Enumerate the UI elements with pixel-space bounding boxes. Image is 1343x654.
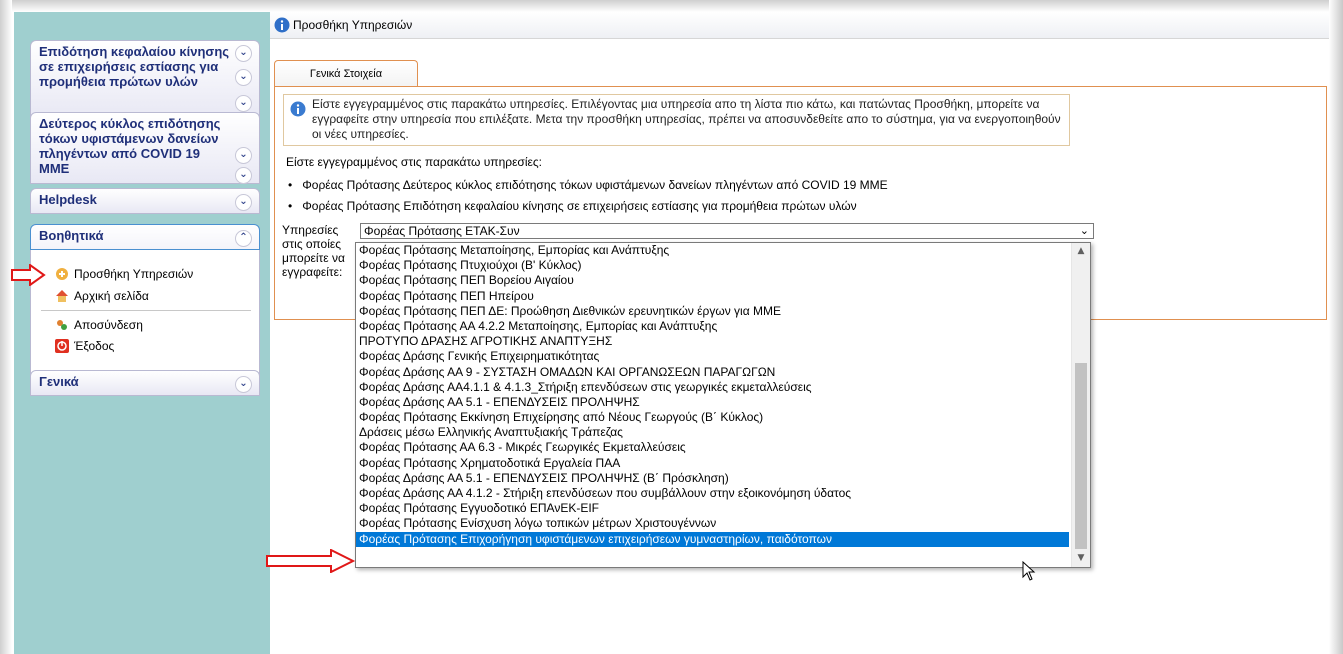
add-service-icon xyxy=(56,268,68,280)
select-value: Φορέας Πρότασης ΕΤΑΚ-Συν xyxy=(364,224,520,238)
dropdown-option[interactable]: Φορέας Δράσης ΑΑ 5.1 - ΕΠΕΝΔΥΣΕΙΣ ΠΡΟΛΗΨ… xyxy=(356,395,1069,410)
sidebar-item-add-services[interactable]: Προσθήκη Υπηρεσιών xyxy=(55,267,193,281)
dropdown-option[interactable]: Φορέας Πρότασης Ενίσχυση λόγω τοπικών μέ… xyxy=(356,516,1069,531)
chevron-down-icon[interactable]: ⌄ xyxy=(235,167,252,184)
dropdown-option[interactable]: Φορέας Πρότασης ΑΑ 4.2.2 Μεταποίησης, Εμ… xyxy=(356,319,1069,334)
sidebar-item-logout[interactable]: Αποσύνδεση xyxy=(55,318,143,332)
services-select-label: Υπηρεσίες στις οποίες μπορείτε να εγγραφ… xyxy=(282,223,345,279)
frame-right-shadow xyxy=(1329,0,1343,654)
notice-text: Είστε εγγεγραμμένος στις παρακάτω υπηρεσ… xyxy=(312,97,1061,141)
services-dropdown-list[interactable]: Φορέας Πρότασης Μεταποίησης, Εμπορίας κα… xyxy=(355,242,1091,568)
sidebar-item-label: Έξοδος xyxy=(74,339,115,353)
red-arrow-annotation xyxy=(266,549,355,573)
chevron-down-icon[interactable]: ⌄ xyxy=(235,194,252,211)
sidebar-item-label: Προσθήκη Υπηρεσιών xyxy=(74,267,194,281)
sidebar-panel-working-capital[interactable]: Επιδότηση κεφαλαίου κίνησης σε επιχειρήσ… xyxy=(30,40,260,118)
page-title: Προσθήκη Υπηρεσιών xyxy=(293,18,413,32)
chevron-down-icon[interactable]: ⌄ xyxy=(235,69,252,86)
red-arrow-annotation xyxy=(11,264,46,286)
mouse-cursor-icon xyxy=(1022,561,1036,581)
panel-title: Βοηθητικά xyxy=(39,228,104,243)
frame-top-shadow xyxy=(0,0,1343,12)
menu-divider xyxy=(41,310,251,311)
dropdown-option[interactable]: Φορέας Δράσης Γενικής Επιχειρηματικότητα… xyxy=(356,349,1069,364)
exit-icon xyxy=(55,339,69,353)
dropdown-option[interactable]: Φορέας Πρότασης Εκκίνηση Επιχείρησης από… xyxy=(356,410,1069,425)
info-notice: Είστε εγγεγραμμένος στις παρακάτω υπηρεσ… xyxy=(283,94,1070,146)
dropdown-option[interactable]: Φορέας Πρότασης ΠΕΠ Ηπείρου xyxy=(356,289,1069,304)
panel-title: Γενικά xyxy=(39,374,79,389)
sidebar-item-exit[interactable]: Έξοδος xyxy=(55,339,114,353)
info-icon xyxy=(274,17,290,33)
dropdown-option[interactable]: Φορέας Δράσης ΑΑ 9 - ΣΥΣΤΑΣΗ ΟΜΑΔΩΝ ΚΑΙ … xyxy=(356,365,1069,380)
dropdown-option[interactable]: Φορέας Πρότασης ΠΕΠ Βορείου Αιγαίου xyxy=(356,273,1069,288)
scroll-down-icon[interactable]: ▼ xyxy=(1072,550,1090,567)
scroll-up-icon[interactable]: ▲ xyxy=(1072,243,1090,260)
info-icon xyxy=(290,101,306,117)
panel-title: Δεύτερος κύκλος επιδότησης τόκων υφιστάμ… xyxy=(39,116,221,176)
dropdown-option[interactable]: Φορέας Πρότασης ΑΑ 6.3 - Μικρές Γεωργικέ… xyxy=(356,440,1069,455)
sidebar-panel-helpdesk[interactable]: Helpdesk ⌄ xyxy=(30,188,260,214)
scrollbar-thumb[interactable] xyxy=(1075,363,1087,549)
sidebar-panel-covid-loans[interactable]: Δεύτερος κύκλος επιδότησης τόκων υφιστάμ… xyxy=(30,112,260,184)
sidebar-panel-general[interactable]: Γενικά ⌄ xyxy=(30,370,260,396)
chevron-down-icon[interactable]: ⌄ xyxy=(235,45,252,62)
chevron-down-icon[interactable]: ⌄ xyxy=(235,147,252,164)
dropdown-option[interactable]: Φορέας Πρότασης Εγγυοδοτικό ΕΠΑνΕΚ-EIF xyxy=(356,501,1069,516)
chevron-down-icon[interactable]: ⌄ xyxy=(1080,224,1089,238)
panel-title: Helpdesk xyxy=(39,192,97,207)
sidebar-item-home[interactable]: Αρχική σελίδα xyxy=(55,289,149,303)
dropdown-option[interactable]: Φορέας Δράσης ΑΑ 4.1.2 - Στήριξη επενδύσ… xyxy=(356,486,1069,501)
list-item: Φορέας Πρότασης Δεύτερος κύκλος επιδότησ… xyxy=(286,175,887,196)
dropdown-option[interactable]: Φορέας Πρότασης Πτυχιούχοι (Β' Κύκλος) xyxy=(356,258,1069,273)
frame-left-shadow xyxy=(0,0,12,654)
chevron-down-icon[interactable]: ⌄ xyxy=(235,95,252,112)
dropdown-option[interactable]: Φορέας Πρότασης Χρηματοδοτικά Εργαλεία Π… xyxy=(356,456,1069,471)
dropdown-option[interactable]: Φορέας Δράσης ΑΑ4.1.1 & 4.1.3_Στήριξη επ… xyxy=(356,380,1069,395)
dropdown-option[interactable]: Φορέας Πρότασης Επιχορήγηση υφιστάμενων … xyxy=(356,531,1069,547)
sidebar-item-label: Αρχική σελίδα xyxy=(74,289,149,303)
sidebar-panel-helpers[interactable]: Βοηθητικά ⌃ xyxy=(30,224,260,250)
dropdown-option[interactable]: Δράσεις μέσω Ελληνικής Αναπτυξιακής Τράπ… xyxy=(356,425,1069,440)
sidebar-item-label: Αποσύνδεση xyxy=(74,318,143,332)
dropdown-option[interactable]: Φορέας Δράσης ΑΑ 5.1 - ΕΠΕΝΔΥΣΕΙΣ ΠΡΟΛΗΨ… xyxy=(356,471,1069,486)
tab-general-info[interactable]: Γενικά Στοιχεία xyxy=(274,60,418,87)
dropdown-option[interactable]: ΠΡΟΤΥΠΟ ΔΡΑΣΗΣ ΑΓΡΟΤΙΚΗΣ ΑΝΑΠΤΥΞΗΣ xyxy=(356,334,1069,349)
list-item: Φορέας Πρότασης Επιδότηση κεφαλαίου κίνη… xyxy=(286,196,888,217)
dropdown-option[interactable]: Φορέας Πρότασης Μεταποίησης, Εμπορίας κα… xyxy=(356,243,1069,258)
sidebar: Επιδότηση κεφαλαίου κίνησης σε επιχειρήσ… xyxy=(14,12,270,654)
logout-icon xyxy=(57,320,67,330)
page-titlebar: Προσθήκη Υπηρεσιών xyxy=(270,12,1329,39)
chevron-down-icon[interactable]: ⌄ xyxy=(235,376,252,393)
panel-title: Επιδότηση κεφαλαίου κίνησης σε επιχειρήσ… xyxy=(39,44,230,89)
options-list: Φορέας Πρότασης Μεταποίησης, Εμπορίας κα… xyxy=(356,243,1090,547)
registered-list: Φορέας Πρότασης Δεύτερος κύκλος επιδότησ… xyxy=(286,175,888,217)
home-icon xyxy=(56,290,68,302)
chevron-up-icon[interactable]: ⌃ xyxy=(235,230,252,247)
services-select[interactable]: Φορέας Πρότασης ΕΤΑΚ-Συν ⌄ xyxy=(360,223,1094,239)
dropdown-option[interactable]: Φορέας Πρότασης ΠΕΠ ΔΕ: Προώθηση Διεθνικ… xyxy=(356,304,1069,319)
dropdown-scrollbar[interactable]: ▲ ▼ xyxy=(1071,243,1090,567)
registered-title: Είστε εγγεγραμμένος στις παρακάτω υπηρεσ… xyxy=(286,155,542,169)
